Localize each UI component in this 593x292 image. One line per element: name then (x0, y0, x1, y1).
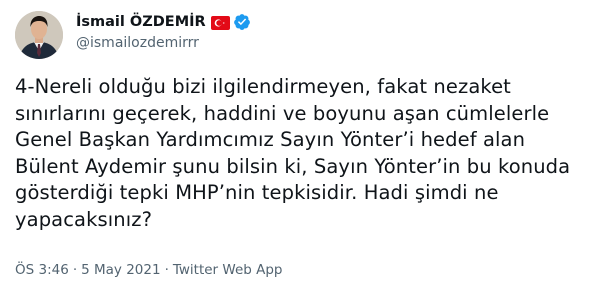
tweet-date[interactable]: 5 May 2021 (81, 262, 160, 278)
user-handle[interactable]: @ismailozdemirrr (76, 33, 251, 53)
meta-separator: · (72, 262, 78, 278)
verified-badge-icon (233, 13, 251, 31)
avatar[interactable] (15, 11, 63, 59)
tweet-source[interactable]: Twitter Web App (173, 262, 283, 278)
tweet-text: 4-Nereli olduğu bizi ilgilendirmeyen, fa… (15, 75, 577, 231)
tweet-meta: ÖS 3:46 · 5 May 2021 · Twitter Web App (15, 261, 283, 279)
tweet-card: İsmail ÖZDEMİR @ismailozdemirrr 4-Nereli… (0, 0, 593, 292)
tweet-time[interactable]: ÖS 3:46 (15, 262, 69, 278)
name-row: İsmail ÖZDEMİR (76, 12, 251, 32)
turkey-flag-icon (210, 15, 230, 30)
author-block: İsmail ÖZDEMİR @ismailozdemirrr (76, 12, 251, 54)
meta-separator: · (164, 262, 169, 278)
display-name[interactable]: İsmail ÖZDEMİR (76, 12, 206, 32)
avatar-image (15, 11, 63, 59)
